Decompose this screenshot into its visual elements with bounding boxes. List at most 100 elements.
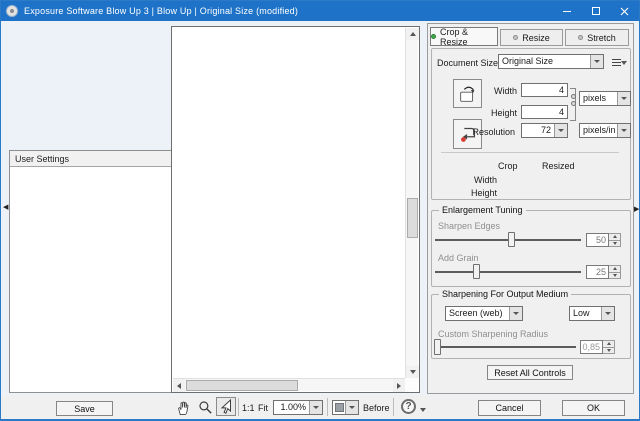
background-swatch-select[interactable] bbox=[332, 400, 359, 415]
height-label: Height bbox=[481, 108, 517, 118]
radius-slider-handle[interactable] bbox=[434, 339, 441, 355]
select-tool-button[interactable] bbox=[216, 397, 236, 416]
zoom-tool-button[interactable] bbox=[195, 398, 215, 417]
document-size-value: Original Size bbox=[502, 56, 553, 66]
add-grain-slider[interactable] bbox=[435, 264, 581, 280]
width-input[interactable]: 4 bbox=[521, 83, 568, 97]
chevron-down-icon[interactable] bbox=[345, 401, 358, 414]
chevron-down-icon[interactable] bbox=[554, 124, 567, 137]
slider-track[interactable] bbox=[435, 271, 581, 273]
tab-crop-resize[interactable]: Crop & Resize bbox=[430, 27, 498, 46]
rotate-page-icon bbox=[457, 83, 479, 105]
link-dimensions-icon[interactable] bbox=[571, 101, 576, 106]
chevron-down-icon[interactable] bbox=[601, 307, 614, 320]
minimize-button[interactable] bbox=[552, 1, 581, 21]
sharpen-edges-value[interactable]: 50 bbox=[586, 233, 609, 247]
zoom-percent-value: 1.00% bbox=[280, 402, 306, 412]
document-size-select[interactable]: Original Size bbox=[498, 54, 604, 69]
sharpening-strength-select[interactable]: Low bbox=[569, 306, 615, 321]
scroll-left-arrow-icon[interactable] bbox=[173, 379, 185, 392]
add-grain-value[interactable]: 25 bbox=[586, 265, 609, 279]
tab-crop-resize-label: Crop & Resize bbox=[440, 27, 497, 47]
resolution-value: 72 bbox=[541, 125, 551, 135]
scroll-down-arrow-icon[interactable] bbox=[406, 366, 419, 378]
tab-resize-label: Resize bbox=[522, 33, 550, 43]
sharpen-edges-label: Sharpen Edges bbox=[438, 221, 500, 231]
add-grain-slider-handle[interactable] bbox=[473, 264, 480, 279]
window-title: Exposure Software Blow Up 3 | Blow Up | … bbox=[24, 6, 298, 16]
enlargement-tuning-title: Enlargement Tuning bbox=[439, 205, 526, 215]
horizontal-scroll-thumb[interactable] bbox=[186, 380, 298, 391]
resolution-units-select[interactable]: pixels/in bbox=[579, 123, 631, 138]
minimize-icon bbox=[563, 11, 571, 12]
summary-col-resized: Resized bbox=[542, 161, 575, 171]
ok-button[interactable]: OK bbox=[562, 400, 625, 416]
tab-stretch[interactable]: Stretch bbox=[565, 29, 629, 46]
vertical-scroll-thumb[interactable] bbox=[407, 198, 418, 238]
chevron-down-icon[interactable] bbox=[590, 55, 603, 68]
cancel-button[interactable]: Cancel bbox=[478, 400, 541, 416]
before-toggle-label[interactable]: Before bbox=[363, 403, 390, 413]
chevron-down-icon[interactable] bbox=[617, 92, 630, 105]
custom-sharpening-radius-slider[interactable] bbox=[434, 339, 576, 355]
output-medium-select[interactable]: Screen (web) bbox=[445, 306, 523, 321]
sharpen-edges-slider[interactable] bbox=[435, 232, 581, 248]
link-dimensions-icon[interactable] bbox=[571, 94, 576, 99]
question-mark-icon: ? bbox=[405, 401, 411, 412]
canvas-horizontal-scrollbar[interactable] bbox=[173, 378, 405, 391]
chevron-down-icon[interactable] bbox=[617, 124, 630, 137]
spinner-arrows[interactable] bbox=[603, 340, 615, 354]
divider bbox=[441, 152, 619, 153]
close-button[interactable] bbox=[610, 1, 639, 21]
reset-all-controls-button[interactable]: Reset All Controls bbox=[487, 365, 573, 380]
user-settings-panel: User Settings bbox=[9, 150, 173, 393]
hand-pan-icon bbox=[176, 400, 191, 416]
divider bbox=[393, 398, 394, 416]
zoom-percent-select[interactable]: 1.00% bbox=[273, 400, 323, 415]
add-grain-label: Add Grain bbox=[438, 253, 479, 263]
title-bar: Exposure Software Blow Up 3 | Blow Up | … bbox=[1, 1, 639, 21]
summary-col-crop: Crop bbox=[498, 161, 518, 171]
collapse-left-panel-arrow-icon[interactable]: ◀ bbox=[3, 204, 8, 211]
scroll-right-arrow-icon[interactable] bbox=[393, 379, 405, 392]
preview-canvas[interactable] bbox=[171, 26, 420, 393]
canvas-vertical-scrollbar[interactable] bbox=[405, 28, 418, 378]
cursor-arrow-icon bbox=[219, 399, 234, 415]
summary-row-height: Height bbox=[457, 188, 497, 198]
maximize-icon bbox=[592, 7, 600, 15]
scroll-up-arrow-icon[interactable] bbox=[406, 28, 419, 40]
resolution-select[interactable]: 72 bbox=[521, 123, 568, 138]
spinner-arrows[interactable] bbox=[609, 265, 621, 279]
add-grain-spinner[interactable]: 25 bbox=[586, 265, 621, 279]
slider-track[interactable] bbox=[434, 346, 576, 348]
tab-resize[interactable]: Resize bbox=[500, 29, 563, 46]
zoom-fit-button[interactable]: Fit bbox=[258, 403, 268, 413]
output-medium-value: Screen (web) bbox=[449, 308, 503, 318]
magnifier-icon bbox=[198, 400, 213, 415]
custom-sharpening-radius-label: Custom Sharpening Radius bbox=[438, 329, 548, 339]
resolution-units-value: pixels/in bbox=[583, 125, 616, 135]
zoom-1-1-button[interactable]: 1:1 bbox=[242, 403, 255, 413]
radius-spinner[interactable]: 0,85 bbox=[580, 340, 615, 354]
height-input[interactable]: 4 bbox=[521, 105, 568, 119]
sharpen-edges-slider-handle[interactable] bbox=[508, 232, 515, 247]
chevron-down-icon[interactable] bbox=[509, 307, 522, 320]
help-button[interactable]: ? bbox=[401, 399, 416, 414]
preset-menu-icon[interactable] bbox=[612, 58, 627, 68]
sharpening-strength-value: Low bbox=[573, 308, 590, 318]
rotate-canvas-button[interactable] bbox=[453, 79, 482, 108]
width-label: Width bbox=[481, 86, 517, 96]
collapse-right-panel-arrow-icon[interactable]: ▶ bbox=[634, 206, 639, 213]
spinner-arrows[interactable] bbox=[609, 233, 621, 247]
radius-value[interactable]: 0,85 bbox=[580, 340, 603, 354]
chevron-down-icon[interactable] bbox=[309, 401, 322, 414]
hand-tool-button[interactable] bbox=[173, 398, 193, 417]
save-button[interactable]: Save bbox=[56, 401, 113, 416]
user-settings-list[interactable] bbox=[10, 167, 172, 392]
help-menu-arrow-icon[interactable] bbox=[420, 408, 426, 412]
size-units-select[interactable]: pixels bbox=[579, 91, 631, 106]
sharpen-edges-spinner[interactable]: 50 bbox=[586, 233, 621, 247]
maximize-button[interactable] bbox=[581, 1, 610, 21]
tab-crop-resize-dot-icon bbox=[431, 34, 436, 39]
swatch-icon bbox=[335, 403, 344, 412]
